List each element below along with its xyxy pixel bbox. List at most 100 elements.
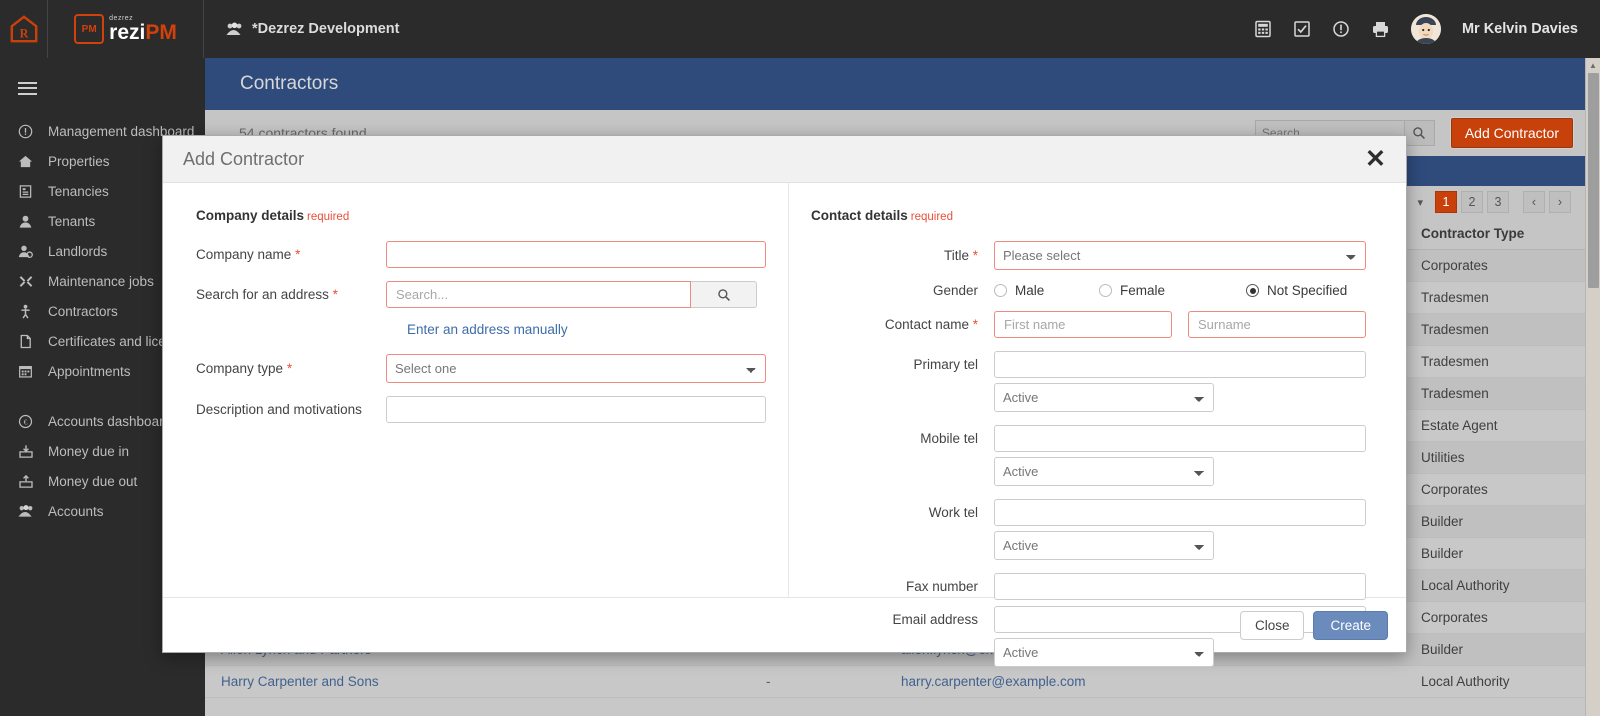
sidebar-item-label: Money due out <box>48 473 138 489</box>
contractor-type: Local Authority <box>1405 665 1585 698</box>
avatar[interactable] <box>1410 14 1441 44</box>
document-icon <box>18 334 48 349</box>
organisation-selector[interactable]: *Dezrez Development <box>226 21 399 37</box>
user-name[interactable]: Mr Kelvin Davies <box>1462 21 1578 37</box>
fax-number-row: Fax number <box>799 573 1376 600</box>
page-button-3[interactable]: 3 <box>1487 191 1509 213</box>
close-button[interactable]: Close <box>1239 611 1305 640</box>
page-scrollbar[interactable]: ▲ <box>1585 58 1600 716</box>
company-details-title: Company details <box>196 208 305 223</box>
checkbox-icon[interactable] <box>1293 20 1311 38</box>
primary-tel-status-select[interactable]: Active <box>994 383 1214 412</box>
contractor-name[interactable]: Harry Carpenter and Sons <box>205 665 750 698</box>
scroll-up-arrow-icon[interactable]: ▲ <box>1586 58 1600 73</box>
create-button[interactable]: Create <box>1313 611 1388 640</box>
printer-icon[interactable] <box>1371 20 1390 38</box>
contractor-type: Estate Agent <box>1405 409 1585 442</box>
hamburger-menu-icon[interactable] <box>0 66 205 116</box>
description-row: Description and motivations <box>196 396 766 423</box>
surname-input[interactable] <box>1188 311 1366 338</box>
chevron-down-icon[interactable]: ▾ <box>1417 196 1423 209</box>
prev-page-button[interactable]: ‹ <box>1523 191 1545 213</box>
contractor-type: Builder <box>1405 537 1585 570</box>
address-search-row: Search for an address * <box>196 281 766 308</box>
company-details-section: Company details required Company name * S… <box>163 183 788 597</box>
contractor-type: Corporates <box>1405 473 1585 506</box>
people-group-icon <box>18 504 48 518</box>
calculator-icon[interactable] <box>1254 20 1272 38</box>
primary-tel-input[interactable] <box>994 351 1366 378</box>
email-address-input[interactable] <box>994 606 1366 633</box>
person-gear-icon <box>18 244 48 259</box>
contact-name-label: Contact name * <box>884 317 978 332</box>
search-icon[interactable] <box>1404 120 1435 146</box>
search-icon[interactable] <box>691 281 757 308</box>
close-icon[interactable]: ✕ <box>1365 146 1386 172</box>
primary-tel-status-row: Active <box>799 383 1376 412</box>
contact-details-heading: Contact details required <box>811 208 1376 223</box>
enter-address-manually-link[interactable]: Enter an address manually <box>407 322 568 337</box>
organisation-name: *Dezrez Development <box>252 21 400 37</box>
company-type-select[interactable]: Select one <box>386 354 766 383</box>
sidebar-item-label: Accounts dashboard <box>48 413 172 429</box>
next-page-button[interactable]: › <box>1549 191 1571 213</box>
company-name-row: Company name * <box>196 241 766 268</box>
contractor-type: Corporates <box>1405 249 1585 282</box>
fax-number-input[interactable] <box>994 573 1366 600</box>
person-icon <box>18 214 48 229</box>
table-row[interactable]: Harry Carpenter and Sons - harry.carpent… <box>205 665 1585 698</box>
sidebar-item-label: Properties <box>48 153 110 169</box>
svg-text:€: € <box>24 417 28 426</box>
gender-option-label: Not Specified <box>1267 283 1348 298</box>
company-type-label: Company type * <box>196 361 293 376</box>
work-tel-input[interactable] <box>994 499 1366 526</box>
contractor-type: Corporates <box>1405 601 1585 634</box>
mobile-tel-input[interactable] <box>994 425 1366 452</box>
first-name-input[interactable] <box>994 311 1172 338</box>
gender-radio-not-specified[interactable]: Not Specified <box>1246 283 1347 298</box>
brand-logo[interactable]: PM dezrez reziPM <box>48 0 204 58</box>
app-logo[interactable]: R <box>0 0 48 58</box>
radio-circle-icon <box>1099 284 1112 297</box>
gender-option-label: Male <box>1015 283 1045 298</box>
company-required-tag: required <box>307 211 350 223</box>
column-header-type[interactable]: Contractor Type <box>1405 218 1585 250</box>
contractor-email[interactable]: harry.carpenter@example.com <box>885 665 1405 698</box>
description-input[interactable] <box>386 396 766 423</box>
gender-radio-male[interactable]: Male <box>994 283 1099 298</box>
contractor-type: Tradesmen <box>1405 313 1585 346</box>
info-circle-icon <box>18 124 48 139</box>
page-button-1[interactable]: 1 <box>1435 191 1457 213</box>
mobile-tel-status-row: Active <box>799 457 1376 486</box>
tools-icon <box>18 274 48 289</box>
gender-radio-female[interactable]: Female <box>1099 283 1246 298</box>
sidebar-item-label: Landlords <box>48 243 108 259</box>
company-name-input[interactable] <box>386 241 766 268</box>
sidebar-item-label: Accounts <box>48 503 104 519</box>
page-button-2[interactable]: 2 <box>1461 191 1483 213</box>
info-alert-icon[interactable] <box>1332 20 1350 38</box>
scrollbar-thumb[interactable] <box>1588 73 1599 288</box>
contractor-type: Tradesmen <box>1405 377 1585 410</box>
contractor-type: Builder <box>1405 505 1585 538</box>
title-select[interactable]: Please select <box>994 241 1366 270</box>
contractor-telephone: - <box>750 665 885 698</box>
email-status-row: Active <box>799 638 1376 667</box>
people-group-icon <box>226 22 242 35</box>
pm-badge-icon: PM <box>74 14 105 44</box>
work-tel-status-select[interactable]: Active <box>994 531 1214 560</box>
calendar-icon <box>18 364 48 379</box>
address-search-input[interactable] <box>386 281 691 308</box>
work-tel-label: Work tel <box>928 505 978 520</box>
add-contractor-button[interactable]: Add Contractor <box>1450 118 1573 148</box>
mobile-tel-status-select[interactable]: Active <box>994 457 1214 486</box>
work-tel-status-row: Active <box>799 531 1376 560</box>
email-status-select[interactable]: Active <box>994 638 1214 667</box>
fax-number-label: Fax number <box>905 579 978 594</box>
email-address-label: Email address <box>892 612 978 627</box>
contact-name-row: Contact name * <box>799 311 1376 338</box>
brand-main-text: rezi <box>109 21 146 44</box>
sidebar-item-label: Maintenance jobs <box>48 273 154 289</box>
radio-circle-selected-icon <box>1246 284 1259 297</box>
description-label: Description and motivations <box>196 402 362 417</box>
